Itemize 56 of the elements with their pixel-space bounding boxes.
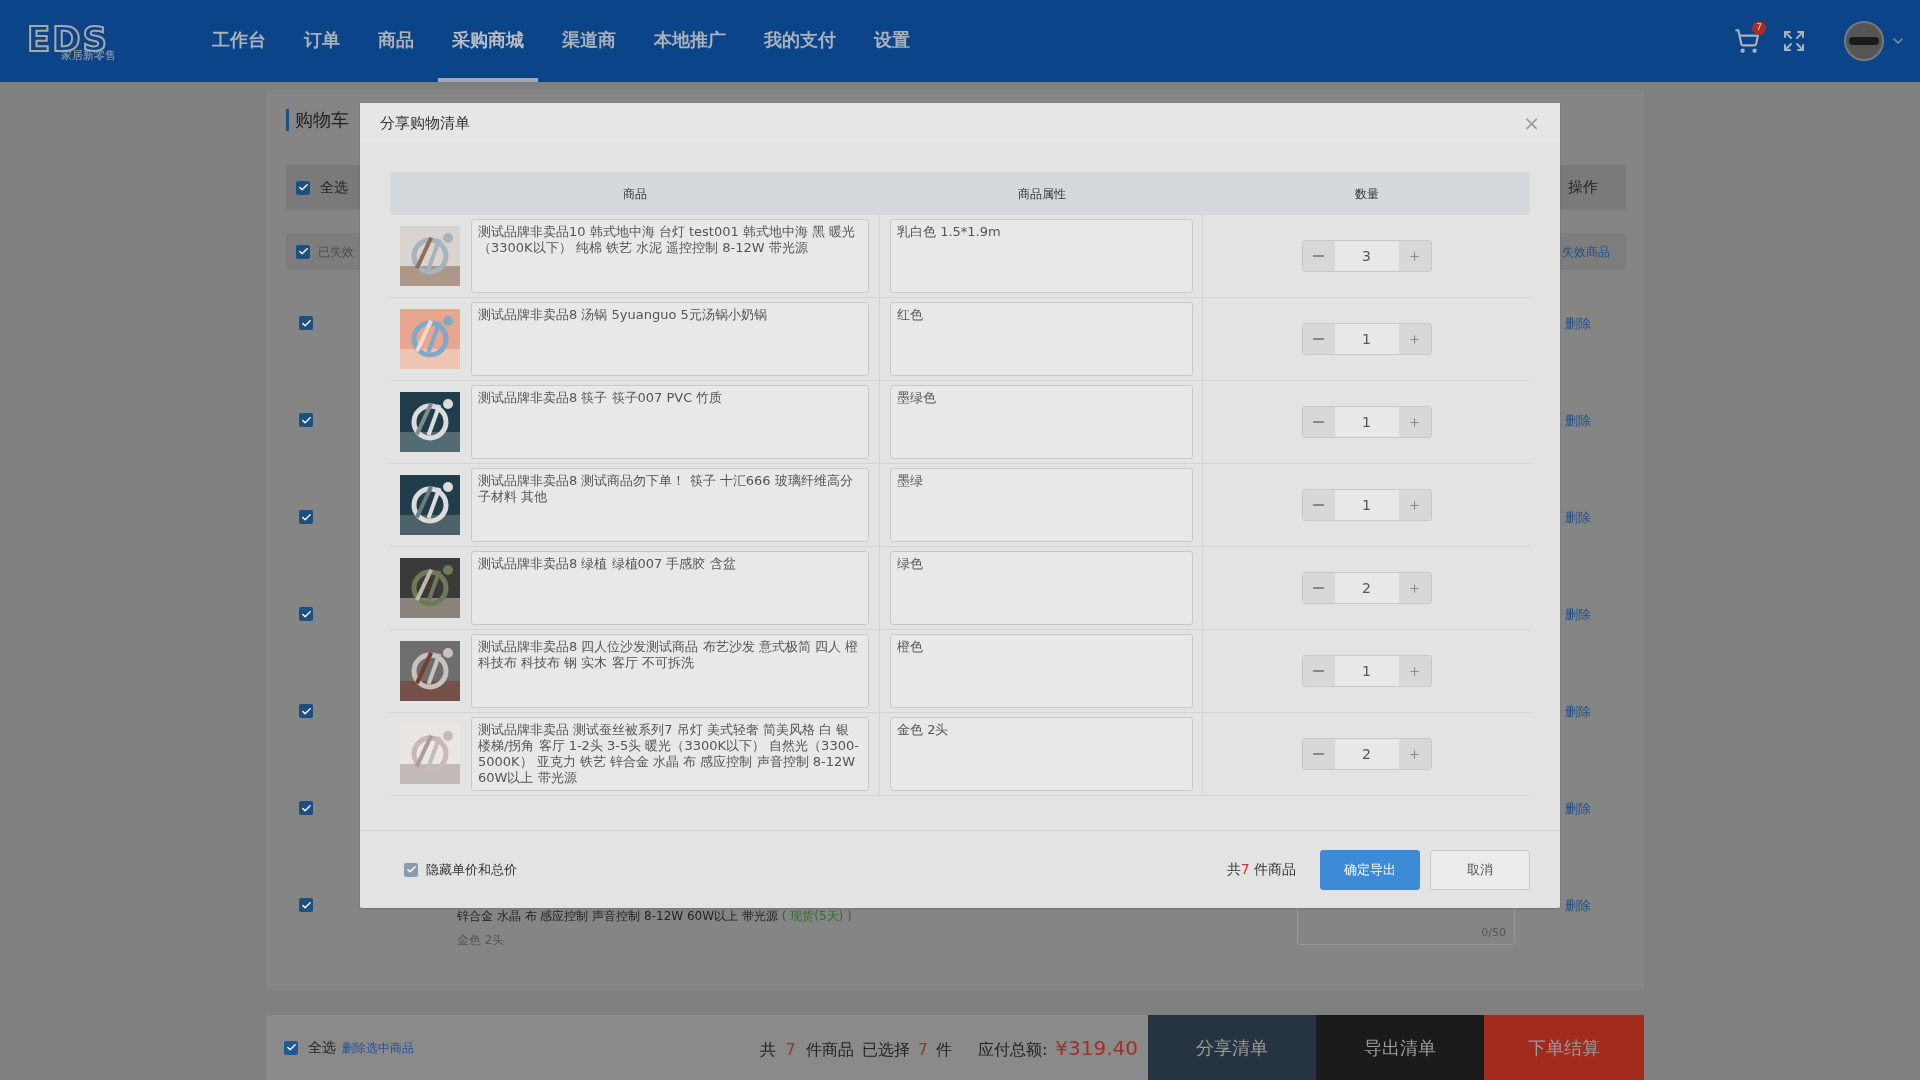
total-label: 应付总额: [977, 1038, 1048, 1061]
selected-count-text: 已选择 7 件 [861, 1038, 952, 1061]
nav-tab[interactable]: 商品 [364, 0, 428, 82]
product-name-field[interactable]: 测试品牌非卖品8 汤锅 5yuanguo 5元汤锅小奶锅 [471, 302, 869, 376]
checkbox[interactable] [296, 244, 310, 259]
cart-count-badge: 7 [1752, 21, 1766, 35]
product-name-field[interactable]: 测试品牌非卖品8 四人位沙发测试商品 布艺沙发 意式极简 四人 橙科技布 科技布 钢 实木 客厅 不可拆洗 [471, 634, 869, 708]
nav-tab[interactable]: 设置 [860, 0, 924, 82]
product-name-field[interactable]: 测试品牌非卖品8 测试商品勿下单！ 筷子 十汇666 玻璃纤维高分子材料 其他 [471, 468, 869, 542]
select-all-label: 全选 [308, 1038, 336, 1057]
product-name-field[interactable]: 测试品牌非卖品8 筷子 筷子007 PVC 竹质 [471, 385, 869, 459]
confirm-export-button[interactable]: 确定导出 [1320, 849, 1420, 890]
item-count-text: 共7 件商品 [1226, 860, 1296, 879]
checkbox[interactable] [299, 510, 313, 524]
nav-tab[interactable]: 渠道商 [548, 0, 630, 82]
checkbox[interactable] [299, 801, 313, 815]
cart-title: 购物车 [286, 109, 349, 131]
nav-tab[interactable]: 我的支付 [750, 0, 850, 82]
product-name-field[interactable]: 测试品牌非卖品8 绿植 绿植007 手感胶 含盆 [471, 551, 869, 625]
attribute-field[interactable]: 绿色 [890, 551, 1193, 625]
attribute-field[interactable]: 橙色 [890, 634, 1193, 708]
checkbox[interactable] [299, 316, 313, 330]
attribute-field[interactable]: 乳白色 1.5*1.9m [890, 219, 1193, 293]
select-all-label: 全选 [320, 178, 348, 197]
checkbox[interactable] [299, 413, 313, 427]
dialog-title: 分享购物清单 [380, 112, 470, 134]
cart-icon[interactable] [1734, 28, 1760, 54]
nav-tab[interactable]: 本地推广 [640, 0, 740, 82]
column-header: 商品属性 [1016, 185, 1067, 203]
total-amount: ¥319.40 [1055, 1034, 1138, 1062]
product-name-field[interactable]: 测试品牌非卖品10 韩式地中海 台灯 test001 韩式地中海 黑 暖光（3300K以下） 纯棉 铁艺 水泥 遥控控制 8-12W 带光源 [471, 219, 869, 293]
checkbox[interactable] [299, 607, 313, 621]
column-header: 数量 [1353, 185, 1380, 203]
avatar[interactable] [1844, 21, 1884, 61]
nav-tab[interactable]: 采购商城 [438, 0, 538, 82]
product-name-field[interactable]: 测试品牌非卖品 测试蚕丝被系列7 吊灯 美式轻奢 简美风格 白 银楼梯/拐角 客厅 1-2头 3-5头 暖光（3300K以下） 自然光（3300-5000K） 亚克力 铁艺 锌合金 水晶 布 感应控制 声音控制 8-12W 60W以上 带光源 [471, 717, 869, 791]
column-header: 操作 [1568, 177, 1599, 199]
product-name: 锌合金 水晶 布 感应控制 声音控制 8-12W 60W以上 带光源 ( 现货(5天) ) [457, 908, 852, 925]
checkbox[interactable] [299, 704, 313, 718]
item-count-text: 共 7 件商品 [759, 1038, 854, 1061]
checkbox[interactable] [296, 180, 310, 195]
attribute-field[interactable]: 红色 [890, 302, 1193, 376]
hide-prices-label: 隐藏单价和总价 [426, 860, 517, 879]
action-button[interactable]: 导出清单 [1316, 1015, 1484, 1080]
nav-tab[interactable]: 工作台 [198, 0, 280, 82]
checkbox[interactable] [299, 898, 313, 912]
cancel-button[interactable]: 取消 [1430, 849, 1530, 890]
column-header: 商品 [622, 185, 648, 203]
nav-tab[interactable]: 订单 [290, 0, 354, 82]
checkbox[interactable] [284, 1040, 298, 1055]
attribute-field[interactable]: 墨绿 [890, 468, 1193, 542]
action-button[interactable]: 分享清单 [1148, 1015, 1316, 1080]
attribute-field[interactable]: 金色 2头 [890, 717, 1193, 791]
attribute-field[interactable]: 墨绿色 [890, 385, 1193, 459]
checkbox[interactable] [404, 862, 418, 877]
fullscreen-icon[interactable] [1782, 29, 1806, 53]
